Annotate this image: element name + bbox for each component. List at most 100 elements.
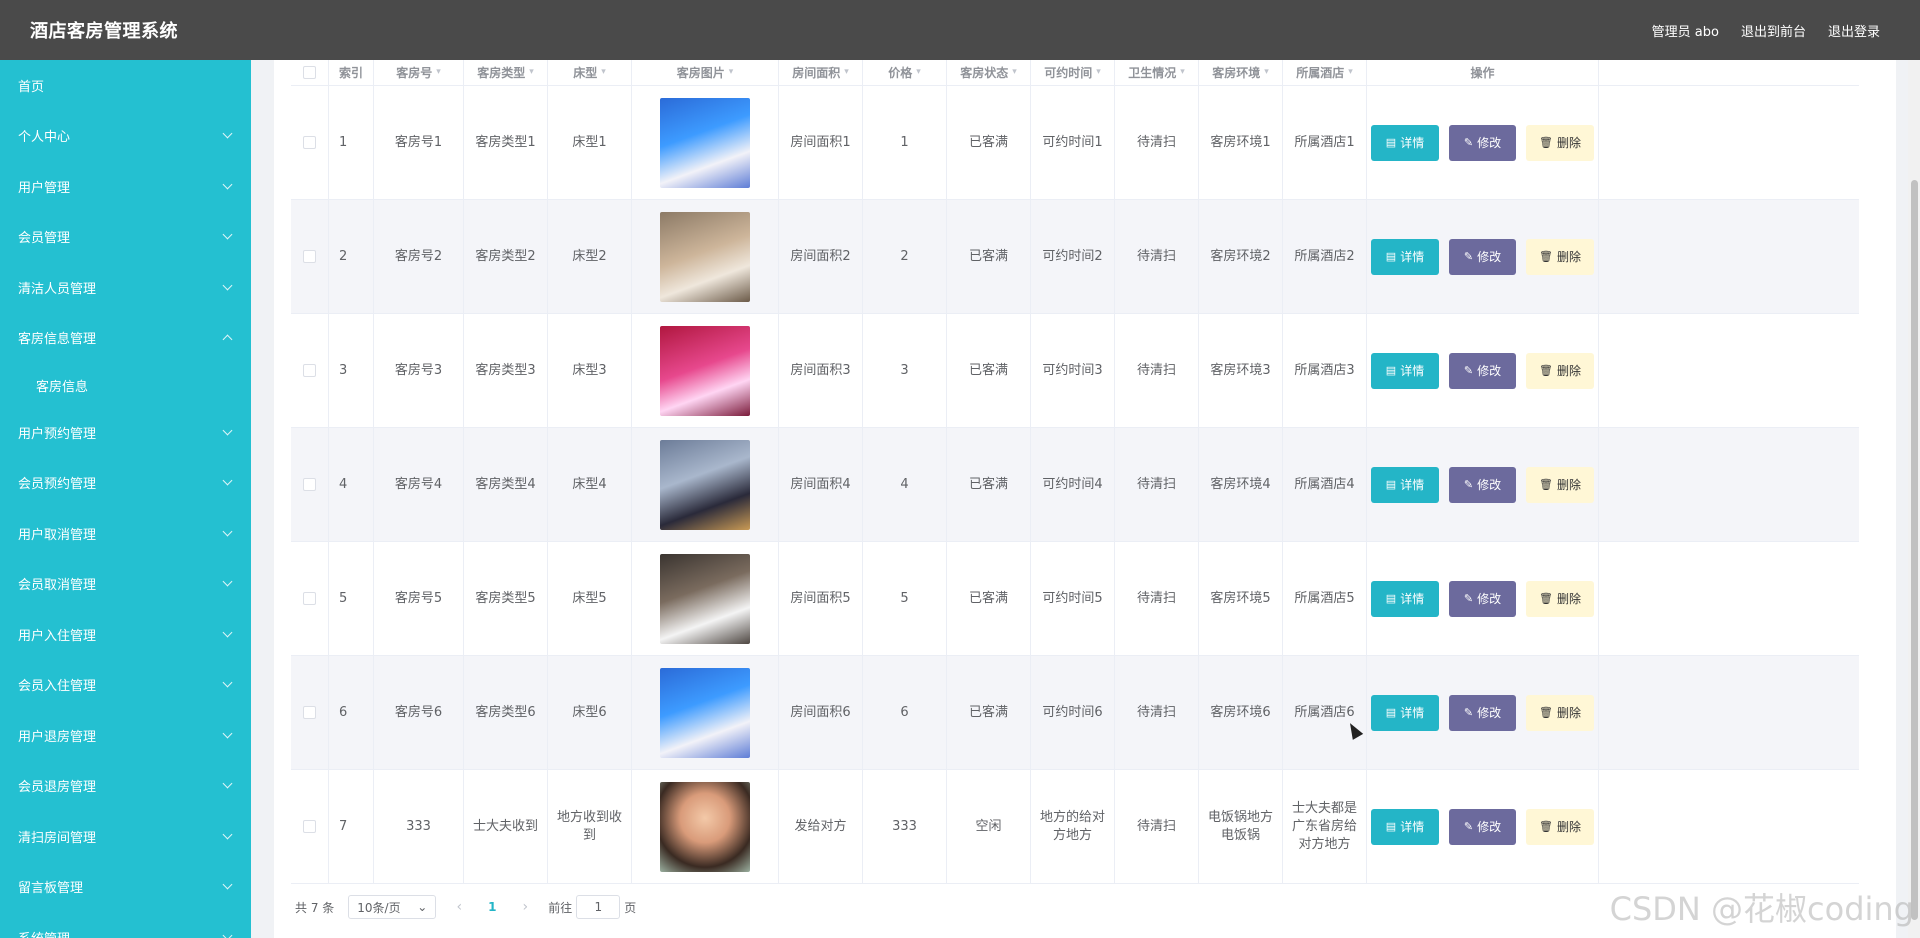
table-row: 6 客房号6 客房类型6 床型6 房间面积6 6 已客满 可约时间6 待清扫 客房环境6 所属酒店6…: [291, 656, 1859, 770]
delete-button[interactable]: 🗑 删除: [1526, 580, 1594, 617]
room-image[interactable]: [660, 97, 750, 188]
back-to-front-link[interactable]: 退出到前台: [1741, 21, 1806, 40]
detail-button[interactable]: ▤ 详情: [1371, 694, 1439, 731]
sidebar-item-6[interactable]: 客房信息: [0, 363, 251, 407]
scrollbar-thumb[interactable]: [1911, 180, 1918, 920]
cell-price: 4: [863, 428, 947, 541]
row-checkbox[interactable]: [303, 250, 316, 263]
cell-env: 电饭锅地方电饭锅: [1199, 770, 1283, 883]
sort-icon[interactable]: ▾: [436, 67, 441, 77]
room-image[interactable]: [660, 667, 750, 758]
room-image[interactable]: [660, 781, 750, 872]
room-image[interactable]: [660, 439, 750, 530]
sidebar-item-13[interactable]: 用户退房管理: [0, 710, 251, 761]
row-checkbox[interactable]: [303, 364, 316, 377]
row-checkbox[interactable]: [303, 136, 316, 149]
room-image[interactable]: [660, 553, 750, 644]
sort-icon[interactable]: ▾: [1096, 67, 1101, 77]
sidebar-item-15[interactable]: 清扫房间管理: [0, 811, 251, 862]
detail-button[interactable]: ▤ 详情: [1371, 124, 1439, 161]
delete-button[interactable]: 🗑 删除: [1526, 352, 1594, 389]
edit-button[interactable]: ✎ 修改: [1449, 352, 1516, 389]
cell-bed: 床型3: [548, 314, 632, 427]
column-header-label: 所属酒店: [1296, 65, 1345, 80]
edit-button[interactable]: ✎ 修改: [1449, 238, 1516, 275]
row-checkbox[interactable]: [303, 592, 316, 605]
goto-suffix: 页: [624, 900, 637, 915]
sidebar-item-1[interactable]: 个人中心: [0, 111, 251, 162]
room-image[interactable]: [660, 325, 750, 416]
edit-button[interactable]: ✎ 修改: [1449, 124, 1516, 161]
delete-button[interactable]: 🗑 删除: [1526, 694, 1594, 731]
cell-idx: 5: [329, 542, 374, 655]
delete-button[interactable]: 🗑 删除: [1526, 238, 1594, 275]
edit-button[interactable]: ✎ 修改: [1449, 694, 1516, 731]
sidebar-item-label: 用户预约管理: [18, 426, 97, 442]
select-all-checkbox[interactable]: [303, 65, 316, 79]
cell-type: 士大夫收到: [464, 770, 548, 883]
delete-button-label: 删除: [1556, 136, 1581, 150]
cell-room: 客房号1: [374, 86, 464, 199]
cell-hotel: 所属酒店1: [1283, 86, 1367, 199]
delete-button[interactable]: 🗑 删除: [1526, 808, 1594, 845]
vertical-scrollbar[interactable]: [1908, 60, 1920, 938]
sort-icon[interactable]: ▾: [1012, 67, 1017, 77]
room-image-cell: [632, 656, 779, 769]
edit-button[interactable]: ✎ 修改: [1449, 808, 1516, 845]
row-checkbox[interactable]: [303, 706, 316, 719]
sort-icon[interactable]: ▾: [729, 67, 734, 77]
sidebar-item-3[interactable]: 会员管理: [0, 212, 251, 263]
sidebar-item-12[interactable]: 会员入住管理: [0, 660, 251, 711]
sidebar-item-0[interactable]: 首页: [0, 60, 251, 111]
sort-icon[interactable]: ▾: [1348, 67, 1353, 77]
row-checkbox[interactable]: [303, 478, 316, 491]
detail-button[interactable]: ▤ 详情: [1371, 238, 1439, 275]
goto-page-input[interactable]: [576, 895, 621, 919]
delete-button[interactable]: 🗑 删除: [1526, 124, 1594, 161]
sort-icon[interactable]: ▾: [1180, 67, 1185, 77]
cell-idx: 3: [329, 314, 374, 427]
sidebar-item-2[interactable]: 用户管理: [0, 161, 251, 212]
sidebar-item-17[interactable]: 系统管理: [0, 912, 251, 938]
sidebar-item-4[interactable]: 清洁人员管理: [0, 262, 251, 313]
detail-button[interactable]: ▤ 详情: [1371, 580, 1439, 617]
sidebar-item-7[interactable]: 用户预约管理: [0, 407, 251, 458]
sort-icon[interactable]: ▾: [1264, 67, 1269, 77]
sort-icon[interactable]: ▾: [529, 67, 534, 77]
sidebar-item-10[interactable]: 会员取消管理: [0, 559, 251, 610]
sidebar-item-5[interactable]: 客房信息管理: [0, 313, 251, 364]
document-icon: ▤: [1385, 251, 1397, 263]
edit-button[interactable]: ✎ 修改: [1449, 466, 1516, 503]
room-image[interactable]: [660, 211, 750, 302]
sidebar-item-16[interactable]: 留言板管理: [0, 862, 251, 913]
cell-status: 已客满: [947, 86, 1031, 199]
logout-link[interactable]: 退出登录: [1828, 21, 1880, 40]
sidebar-item-label: 留言板管理: [18, 881, 84, 897]
sidebar-item-8[interactable]: 会员预约管理: [0, 458, 251, 509]
chevron-down-icon: [222, 728, 233, 739]
sort-icon[interactable]: ▾: [844, 67, 849, 77]
page-number[interactable]: 1: [482, 900, 502, 914]
delete-button[interactable]: 🗑 删除: [1526, 466, 1594, 503]
cell-bed: 床型6: [548, 656, 632, 769]
cell-status: 已客满: [947, 200, 1031, 313]
chevron-down-icon: [222, 229, 233, 240]
sort-icon[interactable]: ▾: [916, 67, 921, 77]
prev-page-icon[interactable]: ‹: [450, 899, 468, 915]
row-checkbox[interactable]: [303, 820, 316, 833]
delete-button-label: 删除: [1556, 478, 1581, 492]
edit-button[interactable]: ✎ 修改: [1449, 580, 1516, 617]
detail-button[interactable]: ▤ 详情: [1371, 352, 1439, 389]
sidebar-item-9[interactable]: 用户取消管理: [0, 508, 251, 559]
sidebar-item-11[interactable]: 用户入住管理: [0, 609, 251, 660]
sidebar-item-14[interactable]: 会员退房管理: [0, 761, 251, 812]
cell-env: 客房环境5: [1199, 542, 1283, 655]
sort-icon[interactable]: ▾: [601, 67, 606, 77]
page-size-select[interactable]: 10条/页 ⌄: [348, 895, 437, 919]
next-page-icon[interactable]: ›: [516, 899, 534, 915]
column-header-label: 客房号: [396, 65, 433, 80]
detail-button[interactable]: ▤ 详情: [1371, 808, 1439, 845]
sidebar-item-label: 用户退房管理: [18, 729, 97, 745]
detail-button[interactable]: ▤ 详情: [1371, 466, 1439, 503]
header-actions: 管理员 abo 退出到前台 退出登录: [1652, 21, 1880, 40]
